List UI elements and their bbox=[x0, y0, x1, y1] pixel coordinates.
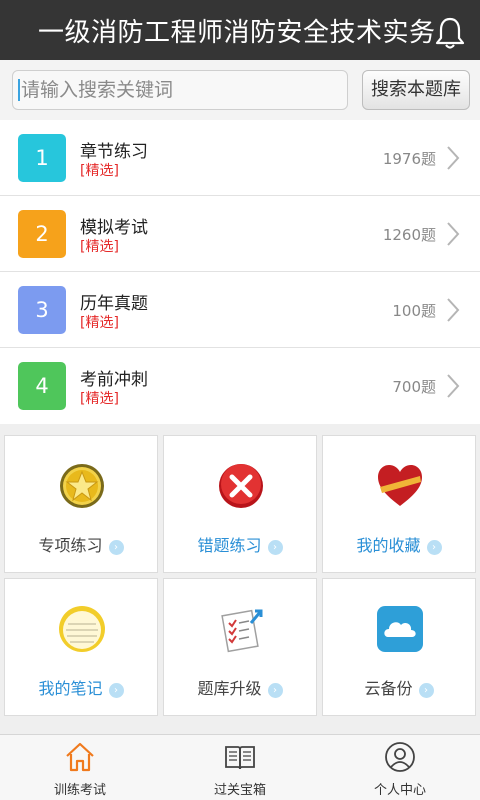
page-title: 一级消防工程师消防安全技术实务 bbox=[38, 18, 436, 48]
app-header: 一级消防工程师消防安全技术实务 bbox=[0, 0, 480, 60]
question-count: 100题 bbox=[392, 302, 436, 320]
search-bar: 搜索本题库 bbox=[0, 60, 480, 120]
grid-item-label: 专项练习 › bbox=[5, 532, 157, 556]
star-medal-icon bbox=[60, 464, 104, 508]
tab-training-exam[interactable]: 训练考试 bbox=[0, 735, 160, 800]
bell-icon[interactable] bbox=[434, 16, 466, 50]
search-input[interactable] bbox=[12, 70, 348, 110]
featured-tag: [精选] bbox=[80, 239, 119, 255]
tab-pass-treasure[interactable]: 过关宝箱 bbox=[160, 735, 320, 800]
tab-personal-center[interactable]: 个人中心 bbox=[320, 735, 480, 800]
grid-item-bank-upgrade[interactable]: 题库升级 › bbox=[163, 578, 317, 716]
grid-item-label: 我的笔记 › bbox=[5, 675, 157, 699]
search-bank-button[interactable]: 搜索本题库 bbox=[362, 70, 470, 110]
tab-label: 过关宝箱 bbox=[213, 783, 266, 798]
grid-item-special-practice[interactable]: 专项练习 › bbox=[4, 435, 158, 573]
grid-item-label: 我的收藏 › bbox=[323, 532, 475, 556]
featured-tag: [精选] bbox=[80, 391, 119, 407]
item-title: 模拟考试 bbox=[80, 218, 148, 238]
arrow-right-icon: › bbox=[426, 540, 442, 555]
bottom-tab-bar: 训练考试 过关宝箱 个人中心 bbox=[0, 734, 480, 800]
number-badge: 3 bbox=[18, 286, 66, 334]
grid-item-cloud-backup[interactable]: 云备份 › bbox=[322, 578, 476, 716]
number-badge: 4 bbox=[18, 362, 66, 410]
practice-list: 1 章节练习 [精选] 1976题 2 模拟考试 [精选] 1260题 3 历年… bbox=[0, 120, 480, 424]
arrow-right-icon: › bbox=[108, 683, 124, 698]
arrow-right-icon: › bbox=[267, 540, 283, 555]
item-title: 考前冲刺 bbox=[80, 370, 148, 390]
list-item-final-sprint[interactable]: 4 考前冲刺 [精选] 700题 bbox=[0, 348, 480, 424]
chevron-right-icon bbox=[447, 374, 460, 398]
number-badge: 1 bbox=[18, 134, 66, 182]
chevron-right-icon bbox=[447, 298, 460, 322]
item-title: 历年真题 bbox=[80, 294, 148, 314]
question-count: 1976题 bbox=[382, 150, 436, 168]
person-icon bbox=[385, 742, 415, 772]
checklist-upgrade-icon bbox=[221, 609, 263, 653]
tab-label: 个人中心 bbox=[373, 783, 426, 798]
list-item-mock-exam[interactable]: 2 模拟考试 [精选] 1260题 bbox=[0, 196, 480, 272]
grid-item-my-favorites[interactable]: 我的收藏 › bbox=[322, 435, 476, 573]
chevron-right-icon bbox=[447, 222, 460, 246]
arrow-right-icon: › bbox=[108, 540, 124, 555]
chevron-right-icon bbox=[447, 146, 460, 170]
red-x-icon bbox=[219, 464, 263, 508]
featured-tag: [精选] bbox=[80, 163, 119, 179]
text-cursor bbox=[18, 79, 20, 101]
notepad-icon bbox=[59, 606, 105, 652]
question-count: 700题 bbox=[392, 378, 436, 396]
heart-icon bbox=[378, 465, 422, 506]
arrow-right-icon: › bbox=[418, 683, 434, 698]
list-item-past-papers[interactable]: 3 历年真题 [精选] 100题 bbox=[0, 272, 480, 348]
book-icon bbox=[225, 746, 255, 770]
list-item-chapter-practice[interactable]: 1 章节练习 [精选] 1976题 bbox=[0, 120, 480, 196]
home-icon bbox=[66, 742, 94, 772]
featured-tag: [精选] bbox=[80, 315, 119, 331]
item-title: 章节练习 bbox=[80, 142, 148, 162]
grid-item-my-notes[interactable]: 我的笔记 › bbox=[4, 578, 158, 716]
grid-item-wrong-questions[interactable]: 错题练习 › bbox=[163, 435, 317, 573]
question-count: 1260题 bbox=[382, 226, 436, 244]
grid-item-label: 错题练习 › bbox=[164, 532, 316, 556]
grid-item-label: 云备份 › bbox=[323, 675, 475, 699]
grid-item-label: 题库升级 › bbox=[164, 675, 316, 699]
arrow-right-icon: › bbox=[267, 683, 283, 698]
number-badge: 2 bbox=[18, 210, 66, 258]
tab-label: 训练考试 bbox=[53, 783, 106, 798]
cloud-icon bbox=[377, 606, 423, 652]
